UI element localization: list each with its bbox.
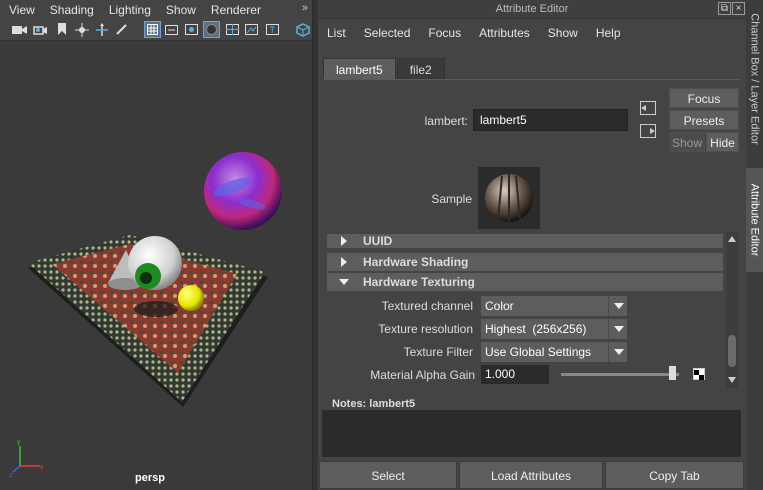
focus-button[interactable]: Focus bbox=[669, 88, 739, 108]
attribute-editor-panel: Attribute Editor ⧉ × List Selected Focus… bbox=[318, 0, 746, 490]
menu-lighting[interactable]: Lighting bbox=[100, 3, 151, 17]
tab-label: Attribute Editor bbox=[748, 183, 761, 257]
node-name-field[interactable] bbox=[473, 109, 628, 131]
section-label: UUID bbox=[363, 234, 393, 248]
sample-label: Sample bbox=[431, 192, 472, 206]
tab-attribute-editor[interactable]: Attribute Editor bbox=[746, 168, 763, 272]
attribute-scroll-area[interactable]: UUID Hardware Shading Hardware Texturing… bbox=[323, 232, 741, 388]
svg-text:x: x bbox=[40, 464, 44, 471]
menu-show[interactable]: Show bbox=[548, 26, 578, 40]
section-hardware-texturing[interactable]: Hardware Texturing bbox=[327, 273, 723, 291]
texture-resolution-label: Texture resolution bbox=[378, 322, 473, 336]
scene-render: y x z bbox=[9, 152, 282, 479]
menu-list[interactable]: List bbox=[327, 26, 346, 40]
scrollbar-thumb[interactable] bbox=[728, 335, 736, 367]
viewport-panel[interactable]: View Shading Lighting Show Renderer » T … bbox=[0, 0, 312, 490]
more-menus-icon[interactable]: » bbox=[302, 2, 308, 14]
copy-tab-button[interactable]: Copy Tab bbox=[605, 461, 744, 489]
gate-mask-icon[interactable] bbox=[203, 21, 220, 38]
texture-resolution-dropdown[interactable]: Highest (256x256) bbox=[481, 319, 627, 339]
tab-channel-box-layer-editor[interactable]: Channel Box / Layer Editor bbox=[746, 4, 763, 154]
dropdown-value: Color bbox=[485, 299, 514, 313]
material-alpha-gain-slider-handle[interactable] bbox=[669, 366, 676, 380]
map-texture-checker-icon[interactable] bbox=[693, 368, 705, 380]
show-button[interactable]: Show bbox=[669, 132, 705, 152]
vertical-scrollbar[interactable] bbox=[726, 232, 738, 388]
film-gate-icon[interactable] bbox=[163, 21, 180, 38]
attribute-editor-titlebar[interactable]: Attribute Editor ⧉ × bbox=[318, 0, 746, 19]
tab-underline bbox=[323, 79, 741, 80]
menu-show[interactable]: Show bbox=[157, 3, 196, 17]
collapsed-arrow-icon bbox=[341, 257, 347, 267]
scroll-down-icon[interactable] bbox=[726, 375, 738, 385]
hide-button[interactable]: Hide bbox=[706, 132, 739, 152]
chevron-down-icon bbox=[608, 319, 627, 339]
notes-textarea[interactable] bbox=[322, 410, 741, 457]
bookmark-icon[interactable] bbox=[53, 21, 70, 38]
section-hardware-shading[interactable]: Hardware Shading bbox=[327, 253, 723, 271]
node-type-label: lambert: bbox=[424, 114, 468, 128]
field-chart-icon[interactable] bbox=[224, 21, 241, 38]
section-label: Hardware Shading bbox=[363, 255, 469, 269]
textured-channel-label: Textured channel bbox=[381, 299, 473, 313]
notes-label: Notes: lambert5 bbox=[332, 398, 416, 410]
resolution-gate-icon[interactable] bbox=[183, 21, 200, 38]
svg-text:y: y bbox=[17, 439, 21, 446]
camera-name-label: persp bbox=[135, 472, 165, 484]
tab-label: Channel Box / Layer Editor bbox=[748, 13, 761, 145]
section-uuid[interactable]: UUID bbox=[327, 234, 723, 248]
textured-channel-dropdown[interactable]: Color bbox=[481, 296, 627, 316]
tab-file2[interactable]: file2 bbox=[396, 58, 445, 80]
material-alpha-gain-label: Material Alpha Gain bbox=[370, 368, 475, 382]
right-dock-tabs: Channel Box / Layer Editor Attribute Edi… bbox=[746, 0, 763, 490]
node-tabs: lambert5 file2 bbox=[323, 58, 446, 80]
load-attributes-button[interactable]: Load Attributes bbox=[459, 461, 603, 489]
attribute-editor-title: Attribute Editor bbox=[495, 3, 569, 15]
section-label: Hardware Texturing bbox=[363, 275, 475, 289]
float-window-icon[interactable]: ⧉ bbox=[718, 2, 731, 15]
output-connections-icon[interactable] bbox=[640, 124, 656, 138]
dropdown-value: Highest (256x256) bbox=[485, 322, 587, 336]
menu-selected[interactable]: Selected bbox=[364, 26, 411, 40]
grid-icon[interactable] bbox=[144, 21, 161, 38]
move-pivot-icon[interactable] bbox=[73, 21, 90, 38]
isolate-icon[interactable] bbox=[294, 21, 311, 38]
menu-view[interactable]: View bbox=[0, 3, 35, 17]
scroll-up-icon[interactable] bbox=[726, 234, 738, 244]
dropdown-value: Use Global Settings bbox=[485, 345, 592, 359]
presets-button[interactable]: Presets bbox=[669, 110, 739, 130]
safe-title-icon[interactable]: T bbox=[264, 21, 281, 38]
yellow-sphere bbox=[178, 285, 204, 311]
menu-renderer[interactable]: Renderer bbox=[202, 3, 261, 17]
menu-shading[interactable]: Shading bbox=[41, 3, 94, 17]
camera-attributes-icon[interactable] bbox=[32, 21, 49, 38]
texture-filter-label: Texture Filter bbox=[403, 345, 473, 359]
brush-icon[interactable] bbox=[113, 21, 130, 38]
input-connections-icon[interactable] bbox=[640, 101, 656, 115]
viewport-scene[interactable]: y x z bbox=[0, 41, 312, 490]
material-alpha-gain-field[interactable]: 1.000 bbox=[481, 365, 549, 384]
camera-icon[interactable] bbox=[11, 21, 28, 38]
texture-filter-dropdown[interactable]: Use Global Settings bbox=[481, 342, 627, 362]
menu-help[interactable]: Help bbox=[596, 26, 621, 40]
close-icon[interactable]: × bbox=[732, 2, 745, 15]
material-sample-swatch bbox=[478, 167, 540, 229]
expanded-arrow-icon bbox=[339, 279, 349, 285]
material-alpha-gain-slider-track[interactable] bbox=[561, 373, 679, 376]
viewport-menubar: View Shading Lighting Show Renderer » bbox=[0, 0, 312, 19]
menu-attributes[interactable]: Attributes bbox=[479, 26, 530, 40]
collapsed-arrow-icon bbox=[341, 236, 347, 246]
safe-action-icon[interactable] bbox=[243, 21, 260, 38]
viewport-toolbar: T bbox=[0, 19, 312, 41]
svg-text:T: T bbox=[270, 25, 276, 35]
transform-manipulator-icon[interactable] bbox=[93, 21, 110, 38]
tab-lambert5[interactable]: lambert5 bbox=[323, 58, 396, 80]
chevron-down-icon bbox=[608, 296, 627, 316]
menu-focus[interactable]: Focus bbox=[428, 26, 461, 40]
attribute-editor-menubar: List Selected Focus Attributes Show Help bbox=[318, 22, 746, 44]
select-button[interactable]: Select bbox=[319, 461, 457, 489]
chevron-down-icon bbox=[608, 342, 627, 362]
